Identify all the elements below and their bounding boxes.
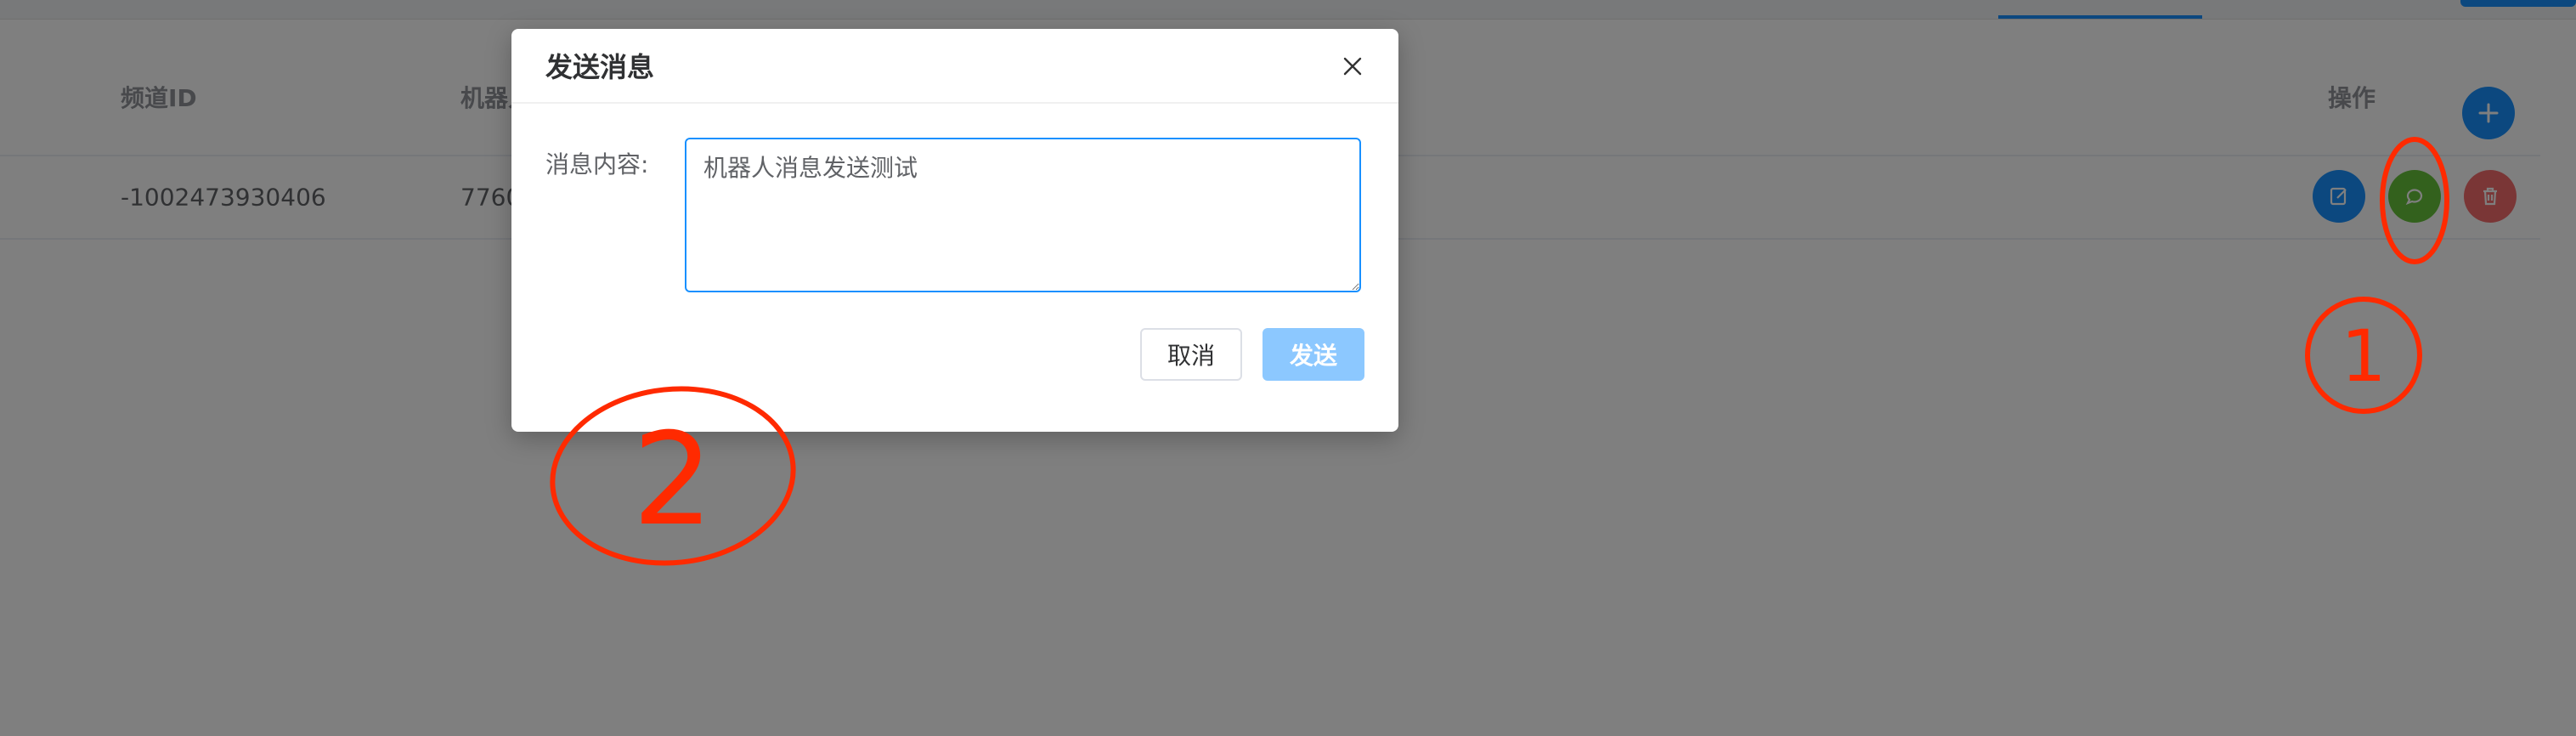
dialog-title: 发送消息	[545, 51, 655, 83]
message-content-label: 消息内容:	[545, 150, 649, 178]
dialog-close-button[interactable]	[1336, 49, 1370, 83]
close-icon	[1343, 57, 1362, 76]
send-button[interactable]: 发送	[1263, 328, 1364, 381]
dialog-header: 发送消息	[511, 29, 1398, 104]
message-content-input[interactable]	[685, 138, 1361, 292]
cancel-button[interactable]: 取消	[1140, 328, 1242, 381]
send-message-dialog: 发送消息 消息内容: 取消 发送	[511, 29, 1398, 432]
